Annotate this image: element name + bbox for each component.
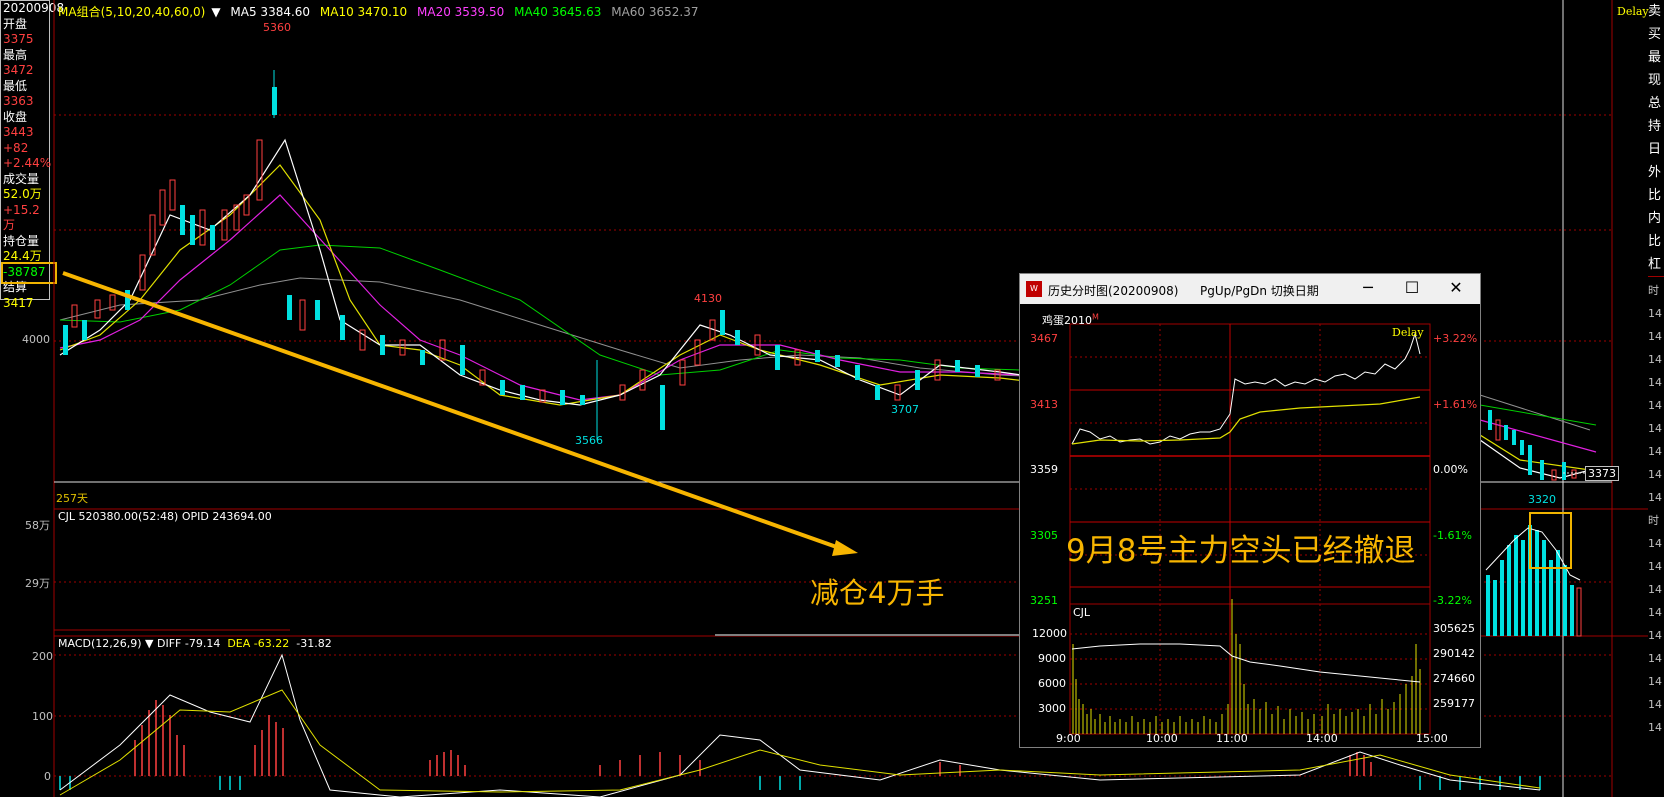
macd-axis-100: 100 — [32, 710, 53, 723]
right-axis-list: 时 14 14 14 14 14 14 14 14 14 时 14 14 14 … — [1648, 279, 1664, 734]
right-axis-12: 14 — [1648, 560, 1662, 573]
strip-item-4: 总 — [1648, 96, 1662, 111]
popup-y-3359: 3359 — [1030, 463, 1058, 476]
popup-vol-6000: 6000 — [1038, 677, 1066, 690]
history-intraday-window[interactable]: W 历史分时图(20200908) PgUp/PgDn 切换日期 ─ ☐ ✕ 鸡… — [1019, 273, 1481, 748]
strip-item-3: 现 — [1648, 73, 1662, 88]
popup-pct-322: +3.22% — [1433, 332, 1478, 345]
price-label-high: 5360 — [263, 21, 291, 34]
popup-y-3467: 3467 — [1030, 332, 1058, 345]
right-axis-11: 14 — [1648, 537, 1662, 550]
popup-y-3251: 3251 — [1030, 594, 1058, 607]
maximize-button[interactable]: ☐ — [1402, 278, 1422, 297]
popup-cjl-label: CJL — [1073, 606, 1091, 619]
volume-axis-29: 29万 — [25, 577, 50, 590]
strip-item-1: 买 — [1648, 27, 1662, 42]
right-axis-16: 14 — [1648, 652, 1662, 665]
price-label-3707: 3707 — [891, 403, 919, 416]
symbol-name: 鸡蛋2010 — [1042, 314, 1092, 327]
popup-pct-neg322: -3.22% — [1433, 594, 1472, 607]
intraday-avg-line — [1071, 396, 1421, 445]
right-axis-19: 14 — [1648, 721, 1662, 734]
intraday-volume-bars — [1072, 599, 1421, 734]
popup-oi-274660: 274660 — [1433, 672, 1475, 685]
strip-item-7: 外 — [1648, 165, 1662, 180]
right-axis-13: 14 — [1648, 583, 1662, 596]
macd-name: MACD(12,26,9) — [58, 637, 142, 650]
strip-item-5: 持 — [1648, 119, 1662, 134]
right-axis-10: 时 — [1648, 514, 1659, 527]
right-axis-0: 时 — [1648, 284, 1659, 297]
popup-pct-0: 0.00% — [1433, 463, 1468, 476]
popup-overlay-annotation: 9月8号主力空头已经撤退 — [1066, 533, 1416, 569]
popup-symbol: 鸡蛋2010M — [1042, 312, 1099, 328]
right-axis-8: 14 — [1648, 468, 1662, 481]
strip-item-9: 内 — [1648, 211, 1662, 226]
popup-oi-290142: 290142 — [1433, 647, 1475, 660]
right-axis-14: 14 — [1648, 606, 1662, 619]
intraday-oi-line — [1071, 643, 1421, 683]
popup-oi-259177: 259177 — [1433, 697, 1475, 710]
strip-item-8: 比 — [1648, 188, 1662, 203]
price-label-3320: 3320 — [1528, 493, 1556, 506]
right-axis-1: 14 — [1648, 307, 1662, 320]
right-quote-strip: 卖 买 最 现 总 持 日 外 比 内 比 杠 时 14 14 14 14 14… — [1648, 0, 1664, 797]
days-count: 257天 — [56, 492, 88, 505]
popup-x-1000: 10:00 — [1146, 732, 1178, 745]
strip-item-6: 日 — [1648, 142, 1662, 157]
price-label-4130: 4130 — [694, 292, 722, 305]
app-logo-icon: W — [1026, 281, 1042, 297]
popup-pct-neg161: -1.61% — [1433, 529, 1472, 542]
strip-item-0: 卖 — [1648, 4, 1662, 19]
strip-item-11: 杠 — [1648, 257, 1662, 272]
popup-title-bar[interactable]: W 历史分时图(20200908) PgUp/PgDn 切换日期 ─ ☐ ✕ — [1020, 274, 1480, 304]
trend-arrow — [62, 271, 846, 552]
trend-arrowhead — [832, 540, 858, 556]
minimize-button[interactable]: ─ — [1358, 278, 1378, 297]
popup-x-1400: 14:00 — [1306, 732, 1338, 745]
right-axis-9: 14 — [1648, 491, 1662, 504]
price-label-3566: 3566 — [575, 434, 603, 447]
right-axis-3: 14 — [1648, 353, 1662, 366]
axis-label-4000: 4000 — [22, 333, 50, 346]
volume-legend: CJL 520380.00(52:48) OPID 243694.00 — [58, 510, 272, 523]
symbol-mark: M — [1092, 312, 1099, 322]
right-axis-4: 14 — [1648, 376, 1662, 389]
strip-item-10: 比 — [1648, 234, 1662, 249]
right-axis-15: 14 — [1648, 629, 1662, 642]
popup-vol-3000: 3000 — [1038, 702, 1066, 715]
macd-diff: DIFF -79.14 — [157, 637, 221, 650]
right-axis-6: 14 — [1648, 422, 1662, 435]
popup-hint: PgUp/PgDn 切换日期 — [1200, 284, 1319, 298]
close-button[interactable]: ✕ — [1446, 278, 1466, 297]
right-axis-7: 14 — [1648, 445, 1662, 458]
macd-dea: DEA -63.22 — [227, 637, 290, 650]
right-axis-18: 14 — [1648, 698, 1662, 711]
popup-title: 历史分时图(20200908) — [1048, 284, 1179, 298]
macd-axis-200: 200 — [32, 650, 53, 663]
macd-arrow[interactable]: ▼ — [142, 637, 157, 650]
popup-vol-9000: 9000 — [1038, 652, 1066, 665]
macd-axis-0: 0 — [44, 770, 51, 783]
popup-x-1500: 15:00 — [1416, 732, 1448, 745]
current-price-tag: 3373 — [1585, 466, 1619, 481]
volume-bars — [1485, 525, 1582, 637]
right-axis-2: 14 — [1648, 330, 1662, 343]
popup-vol-12000: 12000 — [1032, 627, 1067, 640]
right-axis-5: 14 — [1648, 399, 1662, 412]
popup-pct-161: +1.61% — [1433, 398, 1478, 411]
strip-item-2: 最 — [1648, 50, 1662, 65]
popup-y-3305: 3305 — [1030, 529, 1058, 542]
intraday-price-line — [1071, 332, 1421, 445]
popup-y-3413: 3413 — [1030, 398, 1058, 411]
volume-axis-58: 58万 — [25, 519, 50, 532]
right-axis-17: 14 — [1648, 675, 1662, 688]
reduce-position-annotation: 减仓4万手 — [810, 576, 945, 610]
popup-oi-305625: 305625 — [1433, 622, 1475, 635]
macd-value: -31.82 — [296, 637, 332, 650]
popup-x-900: 9:00 — [1056, 732, 1081, 745]
popup-delay: Delay — [1392, 326, 1424, 339]
macd-legend: MACD(12,26,9) ▼ DIFF -79.14 DEA -63.22 -… — [58, 637, 332, 650]
popup-x-1100: 11:00 — [1216, 732, 1248, 745]
